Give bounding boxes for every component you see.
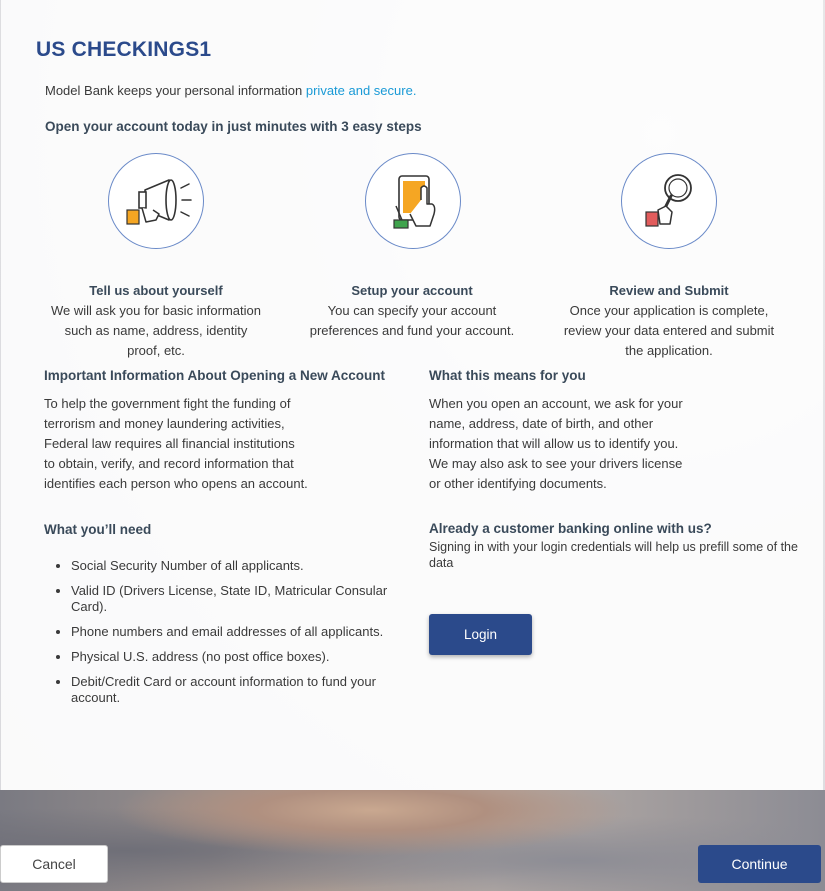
important-info-title: Important Information About Opening a Ne…: [44, 368, 385, 383]
step-2-text: You can specify your account preferences…: [309, 303, 515, 338]
list-item: Phone numbers and email addresses of all…: [71, 624, 411, 640]
means-title: What this means for you: [429, 368, 586, 383]
list-item: Debit/Credit Card or account information…: [71, 674, 411, 706]
list-item: Physical U.S. address (no post office bo…: [71, 649, 411, 665]
content-panel: US CHECKINGS1 Model Bank keeps your pers…: [1, 0, 823, 790]
privacy-text: Model Bank keeps your personal informati…: [45, 83, 306, 98]
cancel-button[interactable]: Cancel: [0, 845, 108, 883]
existing-customer-title: Already a customer banking online with u…: [429, 521, 712, 536]
step-1: Tell us about yourself We will ask you f…: [41, 281, 271, 361]
needs-list: Social Security Number of all applicants…: [49, 558, 411, 715]
tablet-tap-icon: [365, 153, 461, 249]
means-text: When you open an account, we ask for you…: [429, 396, 683, 491]
privacy-link[interactable]: private and secure.: [306, 83, 417, 98]
step-2: Setup your account You can specify your …: [297, 281, 527, 341]
login-button[interactable]: Login: [429, 614, 532, 655]
needs-title: What you’ll need: [44, 522, 152, 537]
existing-customer-text: Signing in with your login credentials w…: [429, 540, 798, 570]
step-1-title: Tell us about yourself: [89, 283, 223, 298]
page-title: US CHECKINGS1: [36, 38, 212, 61]
step-3: Review and Submit Once your application …: [554, 281, 784, 361]
magnifier-icon: [621, 153, 717, 249]
steps-heading: Open your account today in just minutes …: [45, 119, 422, 134]
privacy-statement: Model Bank keeps your personal informati…: [45, 83, 416, 98]
important-info-text: To help the government fight the funding…: [44, 396, 308, 491]
continue-button[interactable]: Continue: [698, 845, 821, 883]
step-2-title: Setup your account: [351, 283, 473, 298]
list-item: Social Security Number of all applicants…: [71, 558, 411, 574]
step-1-text: We will ask you for basic information su…: [50, 303, 261, 358]
list-item: Valid ID (Drivers License, State ID, Mat…: [71, 583, 411, 615]
step-3-title: Review and Submit: [609, 283, 729, 298]
step-3-text: Once your application is complete, revie…: [563, 303, 775, 358]
megaphone-icon: [108, 153, 204, 249]
